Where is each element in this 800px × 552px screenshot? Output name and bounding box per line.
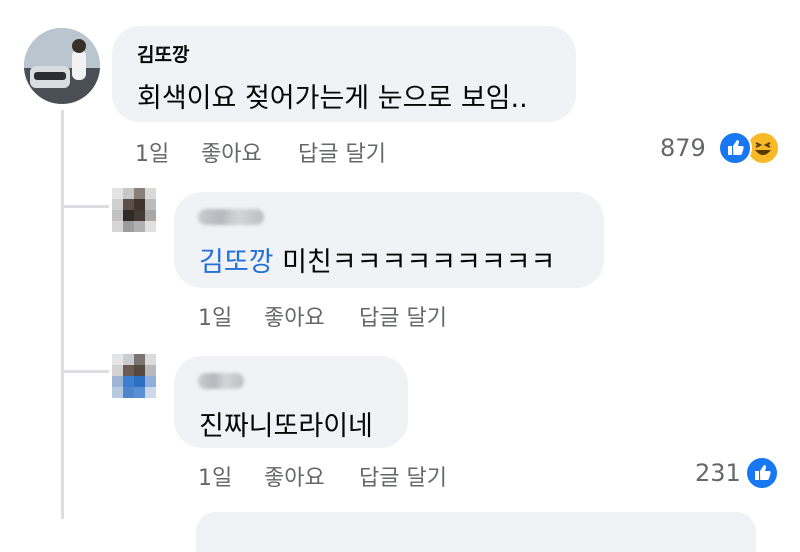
reply-text: 진짜니또라이네 (199, 411, 373, 442)
thread-line-branch (61, 205, 109, 208)
reply-time[interactable]: 1일 (198, 460, 232, 492)
thread-line-branch (61, 370, 109, 373)
like-icon[interactable] (718, 131, 752, 165)
comment-author[interactable]: 김또깡 (137, 40, 189, 67)
next-reply-bubble (196, 512, 756, 552)
reply-author-blurred[interactable] (198, 373, 244, 389)
like-button[interactable]: 좋아요 (264, 460, 325, 492)
reply-actions: 1일 좋아요 답글 달기 (0, 300, 800, 332)
avatar[interactable] (112, 354, 164, 406)
like-button[interactable]: 좋아요 (264, 300, 325, 332)
reply-author-blurred[interactable] (198, 209, 264, 225)
reply-button[interactable]: 답글 달기 (359, 300, 447, 332)
avatar[interactable] (112, 188, 164, 240)
reply-text: 김또깡 미친ㅋㅋㅋㅋㅋㅋㅋㅋㅋ (199, 240, 555, 279)
reply-actions: 1일 좋아요 답글 달기 (0, 460, 800, 492)
comment-text: 회색이요 젖어가는게 눈으로 보임.. (137, 83, 528, 114)
like-icon[interactable] (745, 456, 779, 490)
reply-message: 미친ㅋㅋㅋㅋㅋㅋㅋㅋㅋ (273, 247, 556, 278)
reaction-count[interactable]: 879 (660, 134, 706, 162)
reaction-count[interactable]: 231 (695, 459, 741, 487)
comment-time[interactable]: 1일 (135, 136, 169, 168)
avatar[interactable] (24, 28, 100, 104)
mention-link[interactable]: 김또깡 (199, 247, 274, 278)
like-button[interactable]: 좋아요 (201, 136, 262, 168)
reply-button[interactable]: 답글 달기 (298, 136, 386, 168)
reply-button[interactable]: 답글 달기 (359, 460, 447, 492)
reply-time[interactable]: 1일 (198, 300, 232, 332)
